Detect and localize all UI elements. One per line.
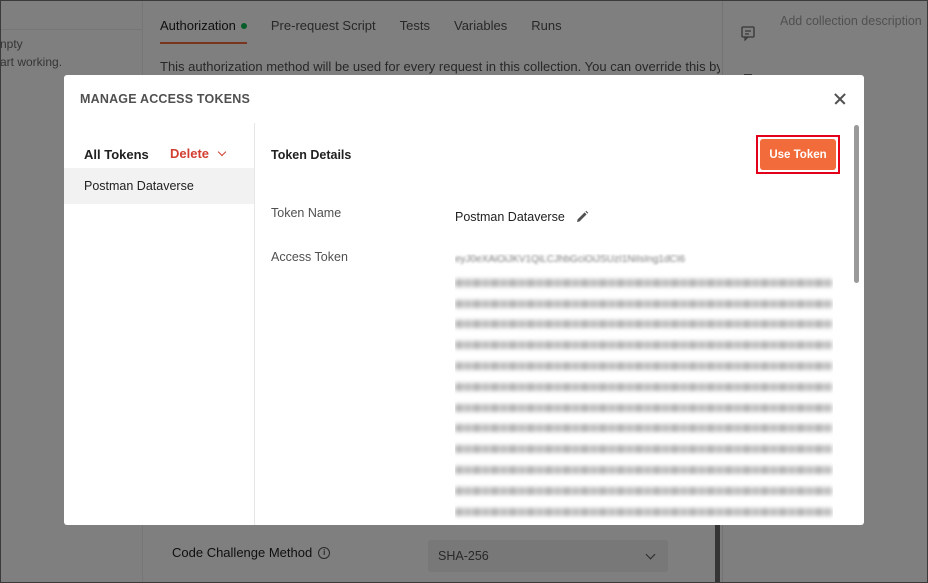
access-token-value-blurred: eyJ0eXAiOiJKV1QiLCJhbGciOiJSUzI1NiIsIng1… xyxy=(455,254,833,525)
blurred-token-line xyxy=(455,361,833,370)
close-icon[interactable] xyxy=(830,89,850,109)
blurred-token-line xyxy=(455,341,833,350)
blurred-token-line xyxy=(455,424,833,433)
blurred-token-line xyxy=(455,299,833,308)
tokens-sidebar-header: All Tokens Delete xyxy=(84,146,244,162)
blurred-token-line xyxy=(455,320,833,329)
blurred-token-line xyxy=(455,278,833,287)
all-tokens-label: All Tokens xyxy=(84,146,149,162)
token-list-item[interactable]: Postman Dataverse xyxy=(64,168,254,204)
token-name-text: Postman Dataverse xyxy=(455,210,565,224)
blurred-token-line xyxy=(455,403,833,412)
pencil-icon[interactable] xyxy=(575,210,589,224)
blurred-token-line xyxy=(455,486,833,495)
modal-scrollbar[interactable] xyxy=(854,125,859,283)
modal-header: MANAGE ACCESS TOKENS xyxy=(64,75,864,123)
access-token-label: Access Token xyxy=(271,250,348,264)
blurred-token-line xyxy=(455,465,833,474)
use-token-button[interactable]: Use Token xyxy=(760,139,836,170)
blurred-token-line xyxy=(455,382,833,391)
token-details-title: Token Details xyxy=(271,148,352,162)
delete-dropdown-button[interactable]: Delete xyxy=(170,146,227,161)
manage-access-tokens-modal: MANAGE ACCESS TOKENS All Tokens Delete P… xyxy=(64,75,864,525)
delete-label: Delete xyxy=(170,146,210,161)
blurred-token-line xyxy=(455,445,833,454)
blurred-token-line: eyJ0eXAiOiJKV1QiLCJhbGciOiJSUzI1NiIsIng1… xyxy=(455,254,686,265)
token-name-label: Token Name xyxy=(271,206,342,220)
modal-title: MANAGE ACCESS TOKENS xyxy=(80,92,250,106)
token-details-panel: Token Details Use Token Token Name Postm… xyxy=(256,123,864,525)
blurred-token-line xyxy=(455,507,833,516)
highlight-box: Use Token xyxy=(756,135,840,174)
tokens-sidebar: All Tokens Delete Postman Dataverse xyxy=(64,123,255,525)
chevron-down-icon xyxy=(217,147,227,156)
token-name-value: Postman Dataverse xyxy=(455,210,589,224)
